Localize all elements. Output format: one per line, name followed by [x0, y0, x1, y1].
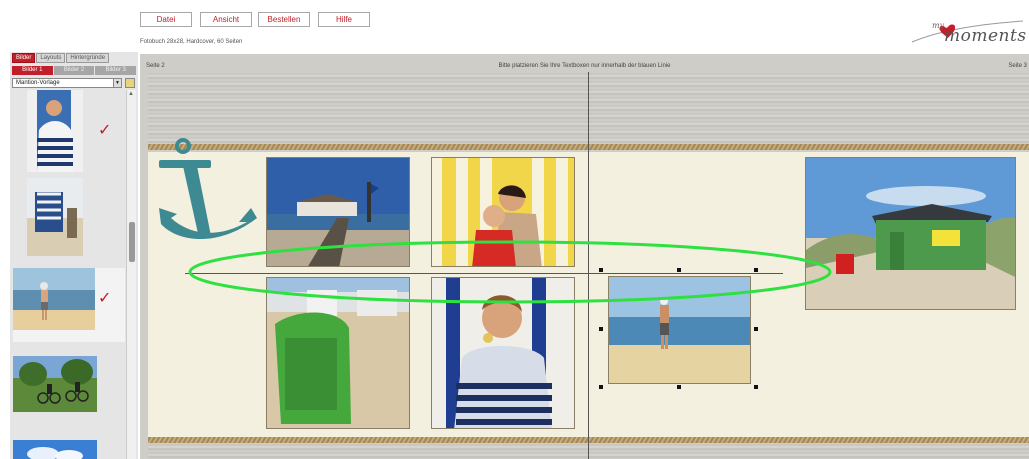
photobook-editor: Datei Ansicht Bestellen Hilfe Fotobuch 2… — [0, 0, 1029, 459]
photo-green-hut[interactable] — [805, 157, 1016, 310]
menu-help-button[interactable]: Hilfe — [318, 12, 370, 27]
sidebar-tabs: Bilder Layouts Hintergründe — [12, 53, 110, 63]
resize-handle[interactable] — [754, 327, 758, 331]
subtab-images-1[interactable]: Bilder 1 — [12, 66, 53, 75]
highlight-ellipse — [188, 240, 832, 304]
folder-icon[interactable] — [125, 78, 135, 88]
resize-handle[interactable] — [599, 327, 603, 331]
logo-my: my — [932, 21, 945, 30]
scroll-up-arrow-icon[interactable]: ▲ — [128, 91, 134, 97]
dropdown-arrow-icon[interactable]: ▼ — [113, 79, 121, 87]
resize-handle[interactable] — [754, 385, 758, 389]
tab-images[interactable]: Bilder — [12, 53, 36, 63]
instruction-text: Bitte platzieren Sie Ihre Textboxen nur … — [498, 63, 671, 69]
tab-backgrounds[interactable]: Hintergründe — [66, 53, 110, 63]
spread-header: Seite 2 Bitte platzieren Sie Ihre Textbo… — [140, 62, 1029, 72]
menu-order-button[interactable]: Bestellen — [258, 12, 310, 27]
subtab-images-2[interactable]: Bilder 2 — [53, 66, 95, 75]
thumbnail-beach-chair[interactable] — [27, 178, 83, 256]
sidebar-scrollbar[interactable]: ▲ — [126, 90, 136, 459]
scrollbar-thumb[interactable] — [129, 222, 135, 262]
menu-file-button[interactable]: Datei — [140, 12, 192, 27]
logo-moments: moments — [944, 26, 1027, 46]
album-select-value: Mantion-Vorlage — [16, 80, 60, 86]
menu-view-button[interactable]: Ansicht — [200, 12, 252, 27]
thumbnail-child-towel[interactable] — [27, 90, 83, 172]
mymoments-logo: my moments — [910, 18, 1027, 50]
image-subtabs: Bilder 1 Bilder 2 Bilder 3 — [12, 66, 137, 75]
checkmark-icon: ✓ — [98, 290, 112, 307]
resize-handle[interactable] — [677, 385, 681, 389]
checkmark-icon: ✓ — [98, 122, 112, 139]
album-select[interactable]: Mantion-Vorlage ▼ — [12, 78, 122, 88]
page-right-label: Seite 3 — [1008, 63, 1027, 69]
anchor-icon[interactable] — [155, 138, 265, 254]
resize-handle[interactable] — [599, 385, 603, 389]
subtab-images-3[interactable]: Bilder 3 — [95, 66, 137, 75]
tab-layouts[interactable]: Layouts — [36, 53, 66, 63]
product-info: Fotobuch 28x28, Hardcover, 60 Seiten — [140, 39, 243, 45]
thumbnail-cyclists[interactable] — [13, 356, 97, 412]
thumbnail-sky[interactable] — [13, 440, 97, 459]
